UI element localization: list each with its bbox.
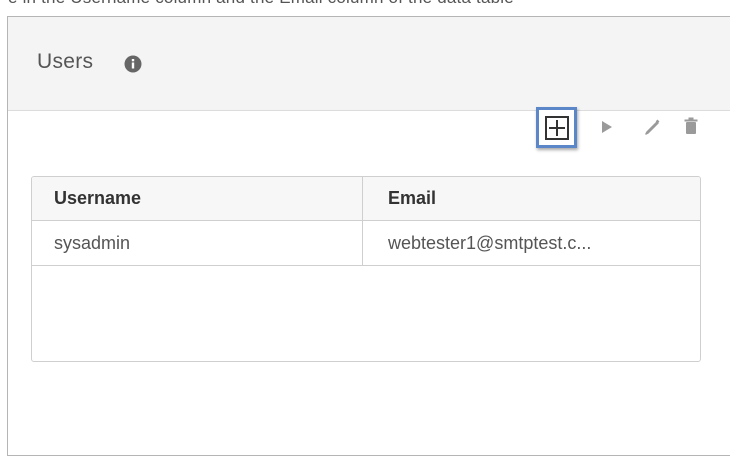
play-icon[interactable] <box>601 120 613 134</box>
table-header-row: Username Email <box>32 177 700 221</box>
plus-icon <box>544 115 569 140</box>
grid-toolbar <box>536 107 726 151</box>
column-header-email[interactable]: Email <box>363 177 700 220</box>
trash-icon[interactable] <box>684 117 698 135</box>
users-table: Username Email sysadmin webtester1@smtpt… <box>31 176 701 362</box>
info-icon[interactable] <box>124 55 142 73</box>
panel-title: Users <box>37 50 94 73</box>
cell-email[interactable]: webtester1@smtptest.c... <box>363 221 700 265</box>
cropped-instruction-text: e in the Username column and the Email c… <box>8 0 514 8</box>
column-header-username[interactable]: Username <box>32 177 363 220</box>
cell-username[interactable]: sysadmin <box>32 221 363 265</box>
panel-header: Users <box>8 17 730 111</box>
add-button[interactable] <box>536 107 577 148</box>
table-row[interactable]: sysadmin webtester1@smtptest.c... <box>32 221 700 266</box>
cropped-instruction-text-strip: e in the Username column and the Email c… <box>0 0 730 16</box>
pencil-icon[interactable] <box>644 118 662 136</box>
